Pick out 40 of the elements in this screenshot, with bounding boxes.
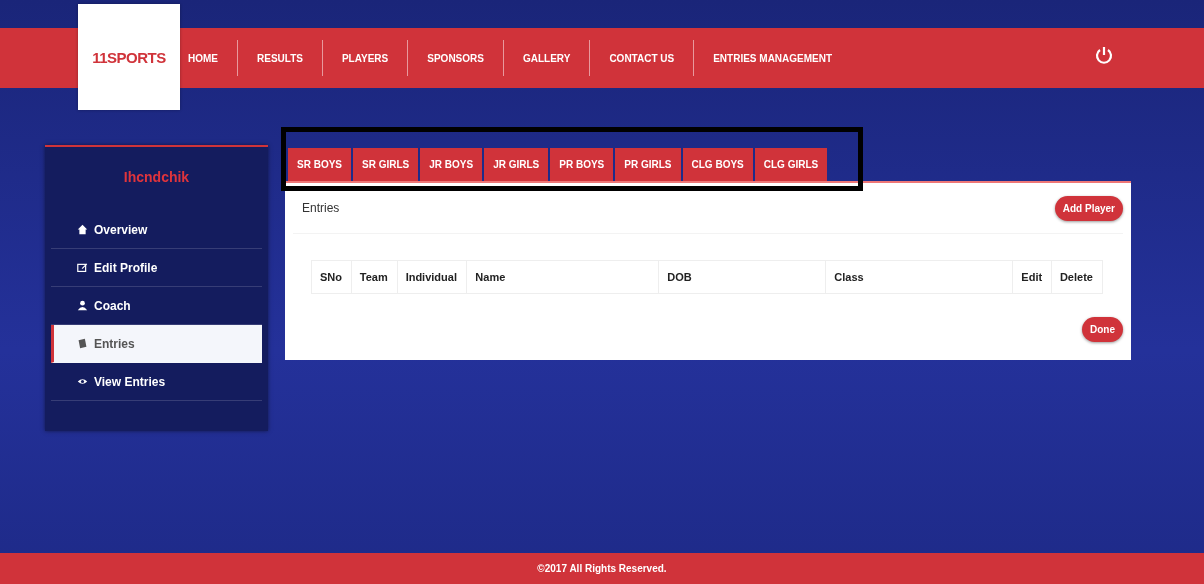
book-icon: [77, 338, 88, 349]
tab[interactable]: CLG BOYS: [682, 148, 753, 181]
edit-icon: [77, 262, 88, 273]
copyright-text: ©2017 All Rights Reserved.: [537, 563, 667, 574]
add-player-button[interactable]: Add Player: [1054, 195, 1123, 221]
column-header: Edit: [1012, 260, 1052, 294]
column-header: SNo: [311, 260, 352, 294]
nav-link[interactable]: GALLERY: [503, 52, 590, 64]
user-icon: [77, 300, 88, 311]
sidebar-item[interactable]: View Entries: [51, 363, 262, 401]
sidebar-item[interactable]: Edit Profile: [51, 249, 262, 287]
nav-link[interactable]: HOME: [188, 52, 237, 64]
username: Ihcndchik: [122, 169, 191, 185]
nav-link[interactable]: RESULTS: [238, 52, 322, 64]
column-header: Class: [825, 260, 1013, 294]
column-header: Individual: [397, 260, 467, 294]
column-header: Delete: [1051, 260, 1103, 294]
tab[interactable]: SR BOYS: [288, 148, 351, 181]
sidebar-item[interactable]: Entries: [51, 325, 262, 363]
tab[interactable]: CLG GIRLS: [754, 148, 828, 181]
power-icon[interactable]: [1094, 45, 1114, 65]
logo-text: 11SPORTS: [92, 48, 166, 66]
column-header: Name: [466, 260, 659, 294]
tab[interactable]: PR GIRLS: [615, 148, 681, 181]
tab[interactable]: JR BOYS: [420, 148, 483, 181]
home-icon: [77, 224, 88, 235]
nav-link[interactable]: SPONSORS: [408, 52, 503, 64]
logo[interactable]: 11SPORTS: [78, 4, 180, 110]
tab[interactable]: PR BOYS: [550, 148, 614, 181]
nav-link[interactable]: PLAYERS: [322, 52, 408, 64]
nav-link[interactable]: CONTACT US: [590, 52, 694, 64]
card-title: Entries: [302, 201, 340, 215]
sidebar-item[interactable]: Overview: [51, 211, 262, 249]
done-button[interactable]: Done: [1082, 317, 1123, 342]
column-header: Team: [351, 260, 398, 294]
eye-icon: [77, 376, 88, 387]
tab[interactable]: JR GIRLS: [484, 148, 549, 181]
nav-link[interactable]: ENTRIES MANAGEMENT: [694, 52, 852, 64]
column-header: DOB: [658, 260, 826, 294]
tab[interactable]: SR GIRLS: [353, 148, 419, 181]
